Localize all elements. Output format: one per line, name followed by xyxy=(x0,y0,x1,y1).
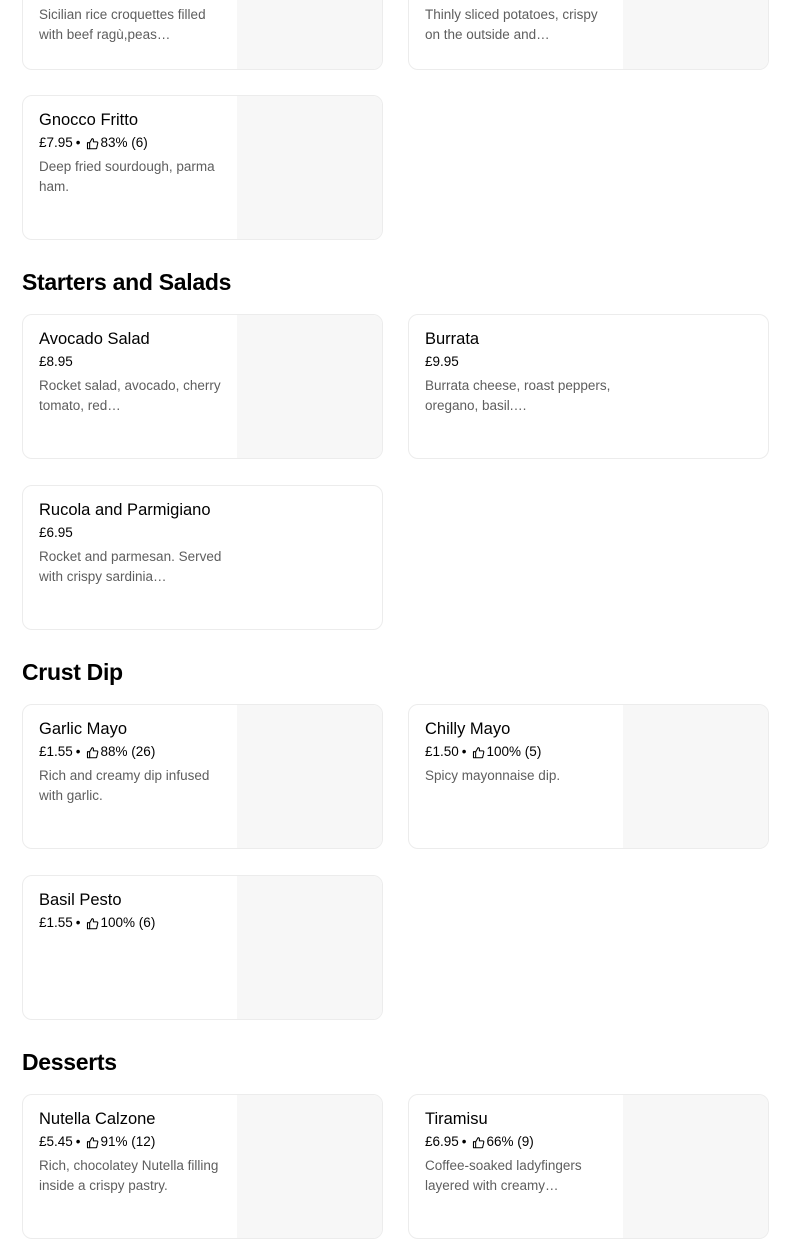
item-price: £6.95 xyxy=(39,525,73,540)
item-description: Burrata cheese, roast peppers, oregano, … xyxy=(425,378,611,413)
item-rating: 100% (6) xyxy=(100,915,156,930)
menu-item-card[interactable]: Basil Pesto £1.55 • 100% (6) xyxy=(22,875,383,1020)
item-image xyxy=(623,705,768,848)
meta-separator: • xyxy=(75,915,81,930)
thumbs-up-icon xyxy=(86,1136,99,1149)
item-name: Burrata xyxy=(425,330,480,348)
item-name: Garlic Mayo xyxy=(39,720,128,738)
item-name: Gnocco Fritto xyxy=(39,111,139,129)
item-description: Rich and creamy dip infused with garlic. xyxy=(39,768,210,803)
item-rating: 83% (6) xyxy=(100,135,148,150)
section-title-crust-dip: Crust Dip xyxy=(22,659,123,685)
item-name: Nutella Calzone xyxy=(39,1110,156,1128)
menu-item-card[interactable]: Burrata £9.95 Burrata cheese, roast pepp… xyxy=(408,314,769,459)
item-meta: £5.45 • 91% (12) xyxy=(39,1133,227,1151)
meta-separator: • xyxy=(461,744,467,759)
item-image xyxy=(237,96,382,239)
menu-item-card[interactable]: Sicilian rice croquettes filled with bee… xyxy=(22,0,383,70)
item-meta: £9.95 xyxy=(425,353,613,371)
item-description: Sicilian rice croquettes filled with bee… xyxy=(39,7,206,42)
item-description: Coffee-soaked ladyfingers layered with c… xyxy=(425,1158,582,1193)
menu-item-card[interactable]: Avocado Salad £8.95 Rocket salad, avocad… xyxy=(22,314,383,459)
item-image xyxy=(237,1095,382,1238)
meta-separator: • xyxy=(75,135,81,150)
meta-separator: • xyxy=(75,744,81,759)
section-title-desserts: Desserts xyxy=(22,1049,117,1075)
menu-item-card[interactable]: Thinly sliced potatoes, crispy on the ou… xyxy=(408,0,769,70)
item-meta: £1.55 • 88% (26) xyxy=(39,743,227,761)
item-image xyxy=(623,0,768,69)
item-rating: 66% (9) xyxy=(486,1134,534,1149)
item-meta: £6.95 • 66% (9) xyxy=(425,1133,613,1151)
thumbs-up-icon xyxy=(86,917,99,930)
section-title-starters: Starters and Salads xyxy=(22,269,232,295)
item-description: Rocket salad, avocado, cherry tomato, re… xyxy=(39,378,221,413)
item-price: £6.95 xyxy=(425,1134,459,1149)
item-description: Rocket and parmesan. Served with crispy … xyxy=(39,549,222,584)
thumbs-up-icon xyxy=(472,746,485,759)
menu-item-card[interactable]: Gnocco Fritto £7.95 • 83% (6) Deep fried… xyxy=(22,95,383,240)
item-rating: 91% (12) xyxy=(100,1134,156,1149)
item-description: Spicy mayonnaise dip. xyxy=(425,768,561,783)
item-price: £7.95 xyxy=(39,135,73,150)
item-name: Avocado Salad xyxy=(39,330,150,348)
item-meta: £1.55 • 100% (6) xyxy=(39,914,227,932)
item-name: Chilly Mayo xyxy=(425,720,511,738)
item-name: Tiramisu xyxy=(425,1110,488,1128)
thumbs-up-icon xyxy=(86,746,99,759)
item-price: £1.55 xyxy=(39,744,73,759)
item-meta: £8.95 xyxy=(39,353,227,371)
item-price: £9.95 xyxy=(425,354,459,369)
item-rating: 100% (5) xyxy=(486,744,542,759)
item-price: £1.50 xyxy=(425,744,459,759)
item-image xyxy=(237,0,382,69)
item-image xyxy=(237,705,382,848)
menu-item-card[interactable]: Garlic Mayo £1.55 • 88% (26) Rich and cr… xyxy=(22,704,383,849)
item-description: Rich, chocolatey Nutella filling inside … xyxy=(39,1158,219,1193)
item-name: Basil Pesto xyxy=(39,891,122,909)
item-description: Deep fried sourdough, parma ham. xyxy=(39,159,215,194)
meta-separator: • xyxy=(461,1134,467,1149)
item-meta: £1.50 • 100% (5) xyxy=(425,743,613,761)
menu-item-card[interactable]: Chilly Mayo £1.50 • 100% (5) Spicy mayon… xyxy=(408,704,769,849)
item-price: £8.95 xyxy=(39,354,73,369)
thumbs-up-icon xyxy=(86,137,99,150)
item-image xyxy=(237,876,382,1019)
item-description: Thinly sliced potatoes, crispy on the ou… xyxy=(425,7,598,42)
item-image xyxy=(237,315,382,458)
menu-item-card[interactable]: Nutella Calzone £5.45 • 91% (12) Rich, c… xyxy=(22,1094,383,1239)
item-price: £5.45 xyxy=(39,1134,73,1149)
item-rating: 88% (26) xyxy=(100,744,156,759)
item-price: £1.55 xyxy=(39,915,73,930)
menu-item-card[interactable]: Tiramisu £6.95 • 66% (9) Coffee-soaked l… xyxy=(408,1094,769,1239)
meta-separator: • xyxy=(75,1134,81,1149)
item-meta: £7.95 • 83% (6) xyxy=(39,134,227,152)
item-name: Rucola and Parmigiano xyxy=(39,501,211,519)
thumbs-up-icon xyxy=(472,1136,485,1149)
menu-item-card[interactable]: Rucola and Parmigiano £6.95 Rocket and p… xyxy=(22,485,383,630)
item-meta: £6.95 xyxy=(39,524,227,542)
item-image xyxy=(623,1095,768,1238)
